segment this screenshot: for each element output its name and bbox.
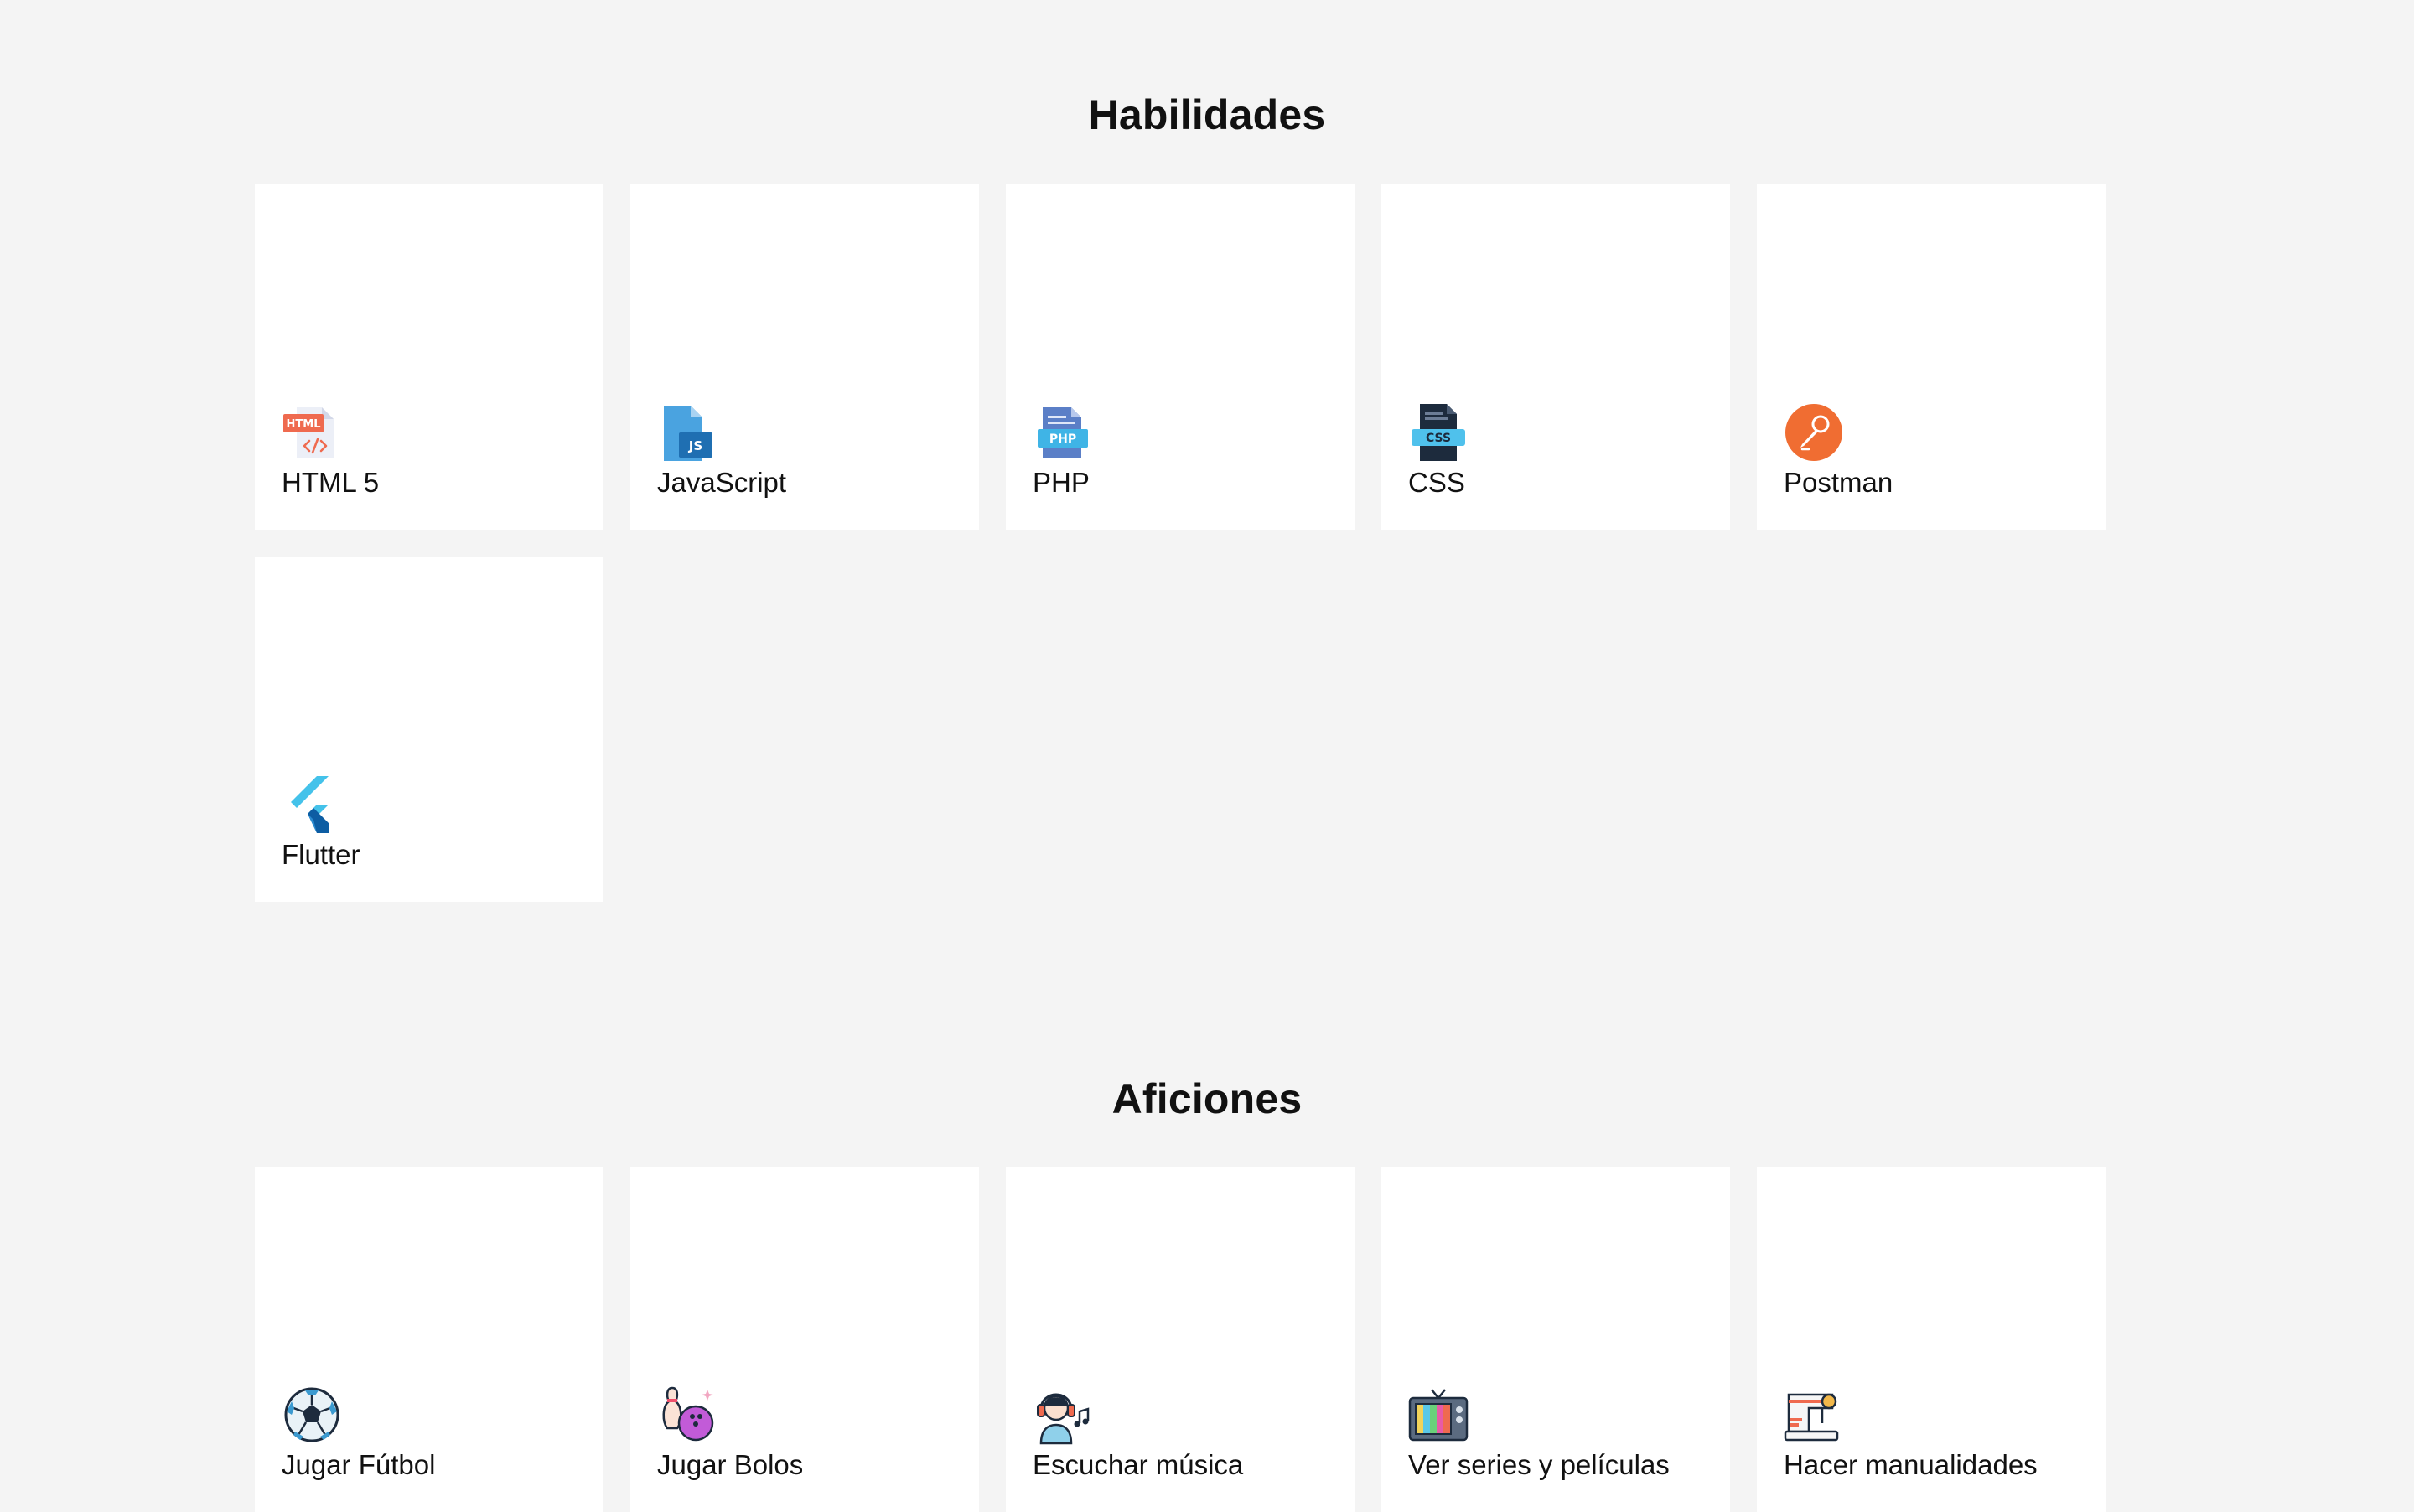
hobby-card-futbol[interactable]: Jugar Fútbol	[255, 1167, 604, 1512]
skill-card-flutter[interactable]: Flutter	[255, 557, 604, 902]
javascript-file-icon: JS	[657, 402, 717, 463]
skill-label: CSS	[1408, 467, 1465, 498]
skill-card-php[interactable]: PHP PHP	[1006, 184, 1355, 530]
skill-label: Flutter	[282, 839, 360, 870]
hobbies-grid: Jugar Fútbol Jugar Bolos Escuchar música…	[255, 1167, 2106, 1512]
hobby-label: Ver series y películas	[1408, 1449, 1670, 1480]
php-file-icon: PHP	[1033, 402, 1093, 463]
hobby-card-manualidades[interactable]: Hacer manualidades	[1757, 1167, 2106, 1512]
retro-tv-icon	[1408, 1385, 1469, 1445]
skills-title: Habilidades	[1088, 91, 1326, 138]
hobby-card-musica[interactable]: Escuchar música	[1006, 1167, 1355, 1512]
skill-card-javascript[interactable]: JS JavaScript	[630, 184, 979, 530]
hobby-label: Jugar Bolos	[657, 1449, 804, 1480]
skill-card-html5[interactable]: HTML HTML 5	[255, 184, 604, 530]
css-file-icon: CSS	[1408, 402, 1469, 463]
headphones-person-icon	[1033, 1385, 1093, 1445]
html5-file-icon: HTML	[282, 402, 342, 463]
sewing-machine-icon	[1784, 1385, 1844, 1445]
hobby-card-bolos[interactable]: Jugar Bolos	[630, 1167, 979, 1512]
skill-card-css[interactable]: CSS CSS	[1381, 184, 1730, 530]
bowling-icon	[657, 1385, 717, 1445]
hobby-label: Escuchar música	[1033, 1449, 1244, 1480]
skill-label: JavaScript	[657, 467, 787, 498]
hobby-label: Hacer manualidades	[1784, 1449, 2038, 1480]
svg-text:PHP: PHP	[1049, 432, 1076, 446]
skill-label: HTML 5	[282, 467, 380, 498]
flutter-logo-icon	[282, 774, 342, 835]
svg-text:HTML: HTML	[287, 418, 321, 431]
hobbies-title: Aficiones	[1111, 1075, 1303, 1122]
skill-card-postman[interactable]: Postman	[1757, 184, 2106, 530]
hobby-card-series[interactable]: Ver series y películas	[1381, 1167, 1730, 1512]
skills-grid: HTML HTML 5 JS JavaScript PHP PHP CSS CS…	[255, 184, 2106, 902]
skill-label: Postman	[1784, 467, 1893, 498]
postman-logo-icon	[1784, 402, 1844, 463]
soccer-ball-icon	[282, 1385, 342, 1445]
hobby-label: Jugar Fútbol	[282, 1449, 436, 1480]
skill-label: PHP	[1033, 467, 1090, 498]
svg-text:CSS: CSS	[1426, 432, 1451, 445]
svg-text:JS: JS	[688, 438, 702, 453]
